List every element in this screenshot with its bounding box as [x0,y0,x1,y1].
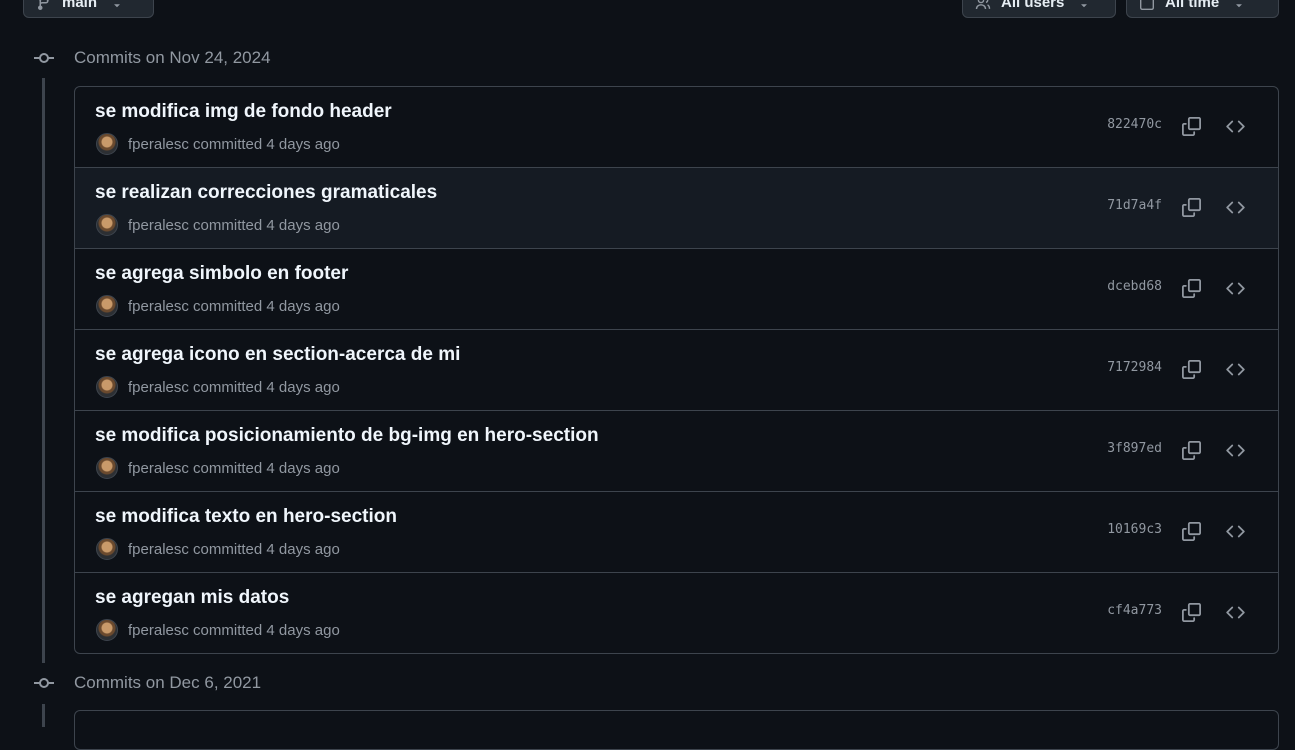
git-commit-icon [32,671,56,695]
commit-meta: fperalesc committed 4 days ago [96,457,340,479]
commit-author-link[interactable]: fperalesc [128,136,189,153]
code-icon[interactable] [1224,520,1246,542]
commit-row[interactable]: se agrega simbolo en footer fperalesc co… [75,248,1278,329]
timeline-line [42,704,45,727]
commit-action-text: committed 4 days ago [188,297,340,315]
code-icon[interactable] [1224,439,1246,461]
commit-meta: fperalesc committed 4 days ago [96,295,340,317]
commit-meta: fperalesc committed 4 days ago [96,214,340,236]
copy-icon[interactable] [1180,196,1202,218]
copy-icon[interactable] [1180,520,1202,542]
commit-message-link[interactable]: se agrega simbolo en footer [95,263,348,285]
code-icon[interactable] [1224,115,1246,137]
commit-sha-link[interactable]: 3f897ed [1107,441,1162,456]
commit-row[interactable]: se modifica posicionamiento de bg-img en… [75,410,1278,491]
time-filter-button[interactable]: All time [1126,0,1279,18]
commit-list: se modifica img de fondo header fperales… [74,86,1279,654]
commit-group-title: Commits on Dec 6, 2021 [74,673,262,692]
commit-author-link[interactable]: fperalesc [128,217,189,234]
commit-message-link[interactable]: se modifica img de fondo header [95,101,392,123]
users-filter-button[interactable]: All users [962,0,1116,18]
git-commit-icon [32,46,56,70]
chevron-down-icon [1078,0,1090,11]
commit-action-text: committed 4 days ago [188,459,340,477]
commit-message-link[interactable]: se modifica posicionamiento de bg-img en… [95,425,599,447]
avatar[interactable] [96,457,118,479]
commit-message-link[interactable]: se modifica texto en hero-section [95,506,397,528]
calendar-icon [1139,0,1155,11]
commit-row[interactable]: se modifica texto en hero-section fperal… [75,491,1278,572]
commit-sha-link[interactable]: 7172984 [1107,360,1162,375]
commit-sha-link[interactable]: 822470c [1107,117,1162,132]
avatar[interactable] [96,133,118,155]
commit-sha-link[interactable]: 71d7a4f [1107,198,1162,213]
commit-author-link[interactable]: fperalesc [128,541,189,558]
copy-icon[interactable] [1180,439,1202,461]
commit-row[interactable]: se realizan correcciones gramaticales fp… [75,167,1278,248]
chevron-down-icon [1233,0,1245,11]
git-branch-icon [36,0,52,11]
commit-row[interactable]: se agrega icono en section-acerca de mi … [75,329,1278,410]
commit-group-header: Commits on Nov 24, 2024 [32,46,271,70]
commit-action-text: committed 4 days ago [188,378,340,396]
commit-group-header: Commits on Dec 6, 2021 [32,671,261,695]
users-filter-label: All users [1001,0,1065,11]
commit-message-link[interactable]: se agregan mis datos [95,587,289,609]
avatar[interactable] [96,619,118,641]
commit-author-link[interactable]: fperalesc [128,622,189,639]
people-icon [975,0,991,11]
commit-meta: fperalesc committed 4 days ago [96,538,340,560]
code-icon[interactable] [1224,601,1246,623]
commit-author-link[interactable]: fperalesc [128,379,189,396]
copy-icon[interactable] [1180,115,1202,137]
commit-action-text: committed 4 days ago [188,216,340,234]
commit-action-text: committed 4 days ago [188,621,340,639]
time-filter-label: All time [1165,0,1220,11]
code-icon[interactable] [1224,358,1246,380]
commit-action-text: committed 4 days ago [188,540,340,558]
avatar[interactable] [96,538,118,560]
commit-action-text: committed 4 days ago [188,135,340,153]
avatar[interactable] [96,376,118,398]
branch-select-button[interactable]: main [23,0,154,18]
avatar[interactable] [96,214,118,236]
commit-sha-link[interactable]: dcebd68 [1107,279,1162,294]
avatar[interactable] [96,295,118,317]
code-icon[interactable] [1224,277,1246,299]
commit-row[interactable]: se agregan mis datos fperalesc committed… [75,572,1278,653]
commit-group-title: Commits on Nov 24, 2024 [74,48,271,67]
commit-meta: fperalesc committed 4 days ago [96,619,340,641]
commit-sha-link[interactable]: 10169c3 [1107,522,1162,537]
commits-filter-bar: main All users All time [0,0,1295,20]
commit-row[interactable]: se modifica img de fondo header fperales… [75,87,1278,167]
copy-icon[interactable] [1180,277,1202,299]
commit-list [74,710,1279,750]
commit-author-link[interactable]: fperalesc [128,298,189,315]
commit-message-link[interactable]: se agrega icono en section-acerca de mi [95,344,460,366]
timeline-line [42,78,45,663]
commit-meta: fperalesc committed 4 days ago [96,133,340,155]
copy-icon[interactable] [1180,358,1202,380]
commit-sha-link[interactable]: cf4a773 [1107,603,1162,618]
commit-message-link[interactable]: se realizan correcciones gramaticales [95,182,437,204]
copy-icon[interactable] [1180,601,1202,623]
chevron-down-icon [111,0,123,11]
code-icon[interactable] [1224,196,1246,218]
commit-meta: fperalesc committed 4 days ago [96,376,340,398]
commit-author-link[interactable]: fperalesc [128,460,189,477]
branch-label: main [62,0,98,11]
